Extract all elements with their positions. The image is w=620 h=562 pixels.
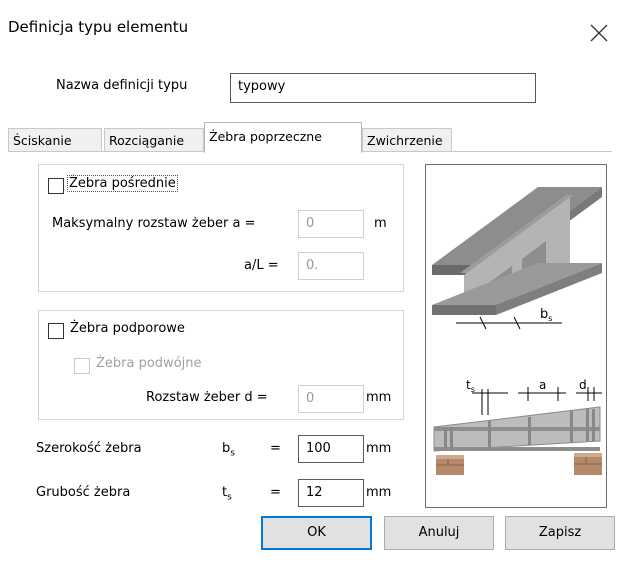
stiffener-width-input[interactable]: 100 — [298, 435, 364, 463]
stiffener-thickness-input[interactable]: 12 — [298, 479, 364, 507]
stiffener-width-unit: mm — [366, 441, 392, 456]
tab-transverse-stiffeners[interactable]: Żebra poprzeczne — [204, 122, 362, 153]
type-name-label: Nazwa definicji typu — [56, 78, 188, 93]
cancel-button[interactable]: Anuluj — [384, 516, 494, 550]
stiffener-spacing-label: Rozstaw żeber d = — [146, 390, 268, 405]
stiffener-width-symbol: bs — [222, 441, 235, 459]
stiffener-spacing-input[interactable]: 0 — [298, 385, 364, 413]
max-spacing-input[interactable]: 0 — [298, 210, 364, 238]
ratio-input[interactable]: 0. — [298, 252, 364, 280]
max-spacing-unit: m — [374, 216, 387, 231]
type-name-input[interactable]: typowy — [230, 73, 536, 103]
stiffener-thickness-symbol: ts — [222, 485, 232, 503]
stiffener-width-label: Szerokość żebra — [36, 441, 142, 456]
label-a: a — [539, 378, 546, 392]
tab-tension[interactable]: Rozciąganie — [104, 128, 204, 152]
label-ts: ts — [466, 378, 475, 394]
width-symbol-sub: s — [230, 448, 235, 459]
close-icon[interactable] — [588, 22, 610, 44]
double-stiffeners-checkbox[interactable] — [74, 358, 90, 374]
stiffener-diagram: ts a d bs — [432, 187, 602, 475]
stiffener-width-eq: = — [270, 441, 281, 456]
label-d: d — [579, 378, 587, 392]
dialog-window: Definicja typu elementu Nazwa definicji … — [0, 0, 620, 562]
double-stiffeners-label: Żebra podwójne — [96, 356, 202, 371]
dialog-title: Definicja typu elementu — [8, 18, 189, 36]
stiffener-spacing-unit: mm — [366, 390, 392, 405]
thickness-symbol-sub: s — [227, 492, 232, 503]
stiffener-illustration: ts a d bs — [425, 164, 607, 508]
save-button[interactable]: Zapisz — [505, 516, 615, 550]
support-stiffeners-label: Żebra podporowe — [70, 321, 185, 336]
ok-button[interactable]: OK — [261, 516, 372, 550]
tab-compression[interactable]: Ściskanie — [8, 128, 102, 152]
intermediate-stiffeners-checkbox[interactable] — [48, 178, 64, 194]
stiffener-thickness-unit: mm — [366, 485, 392, 500]
tab-lateral-buckling[interactable]: Zwichrzenie — [362, 128, 452, 152]
intermediate-stiffeners-label: Żebra pośrednie — [67, 175, 178, 192]
stiffener-thickness-eq: = — [270, 485, 281, 500]
stiffener-thickness-label: Grubość żebra — [36, 485, 131, 500]
max-spacing-label: Maksymalny rozstaw żeber a = — [52, 216, 256, 231]
support-stiffeners-checkbox[interactable] — [48, 323, 64, 339]
ratio-label: a/L = — [244, 258, 279, 273]
label-bs: bs — [540, 307, 552, 323]
